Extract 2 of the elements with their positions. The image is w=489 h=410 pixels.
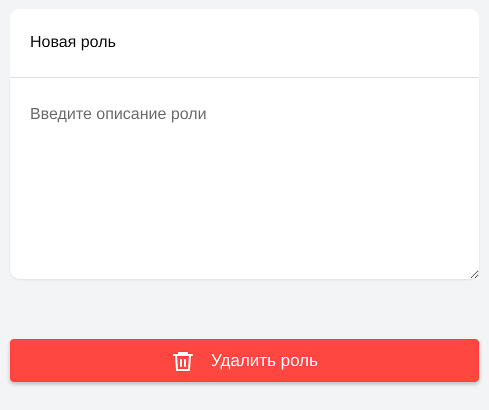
description-field[interactable]: Введите описание роли — [10, 78, 479, 279]
role-name-field[interactable]: Новая роль — [10, 9, 479, 78]
